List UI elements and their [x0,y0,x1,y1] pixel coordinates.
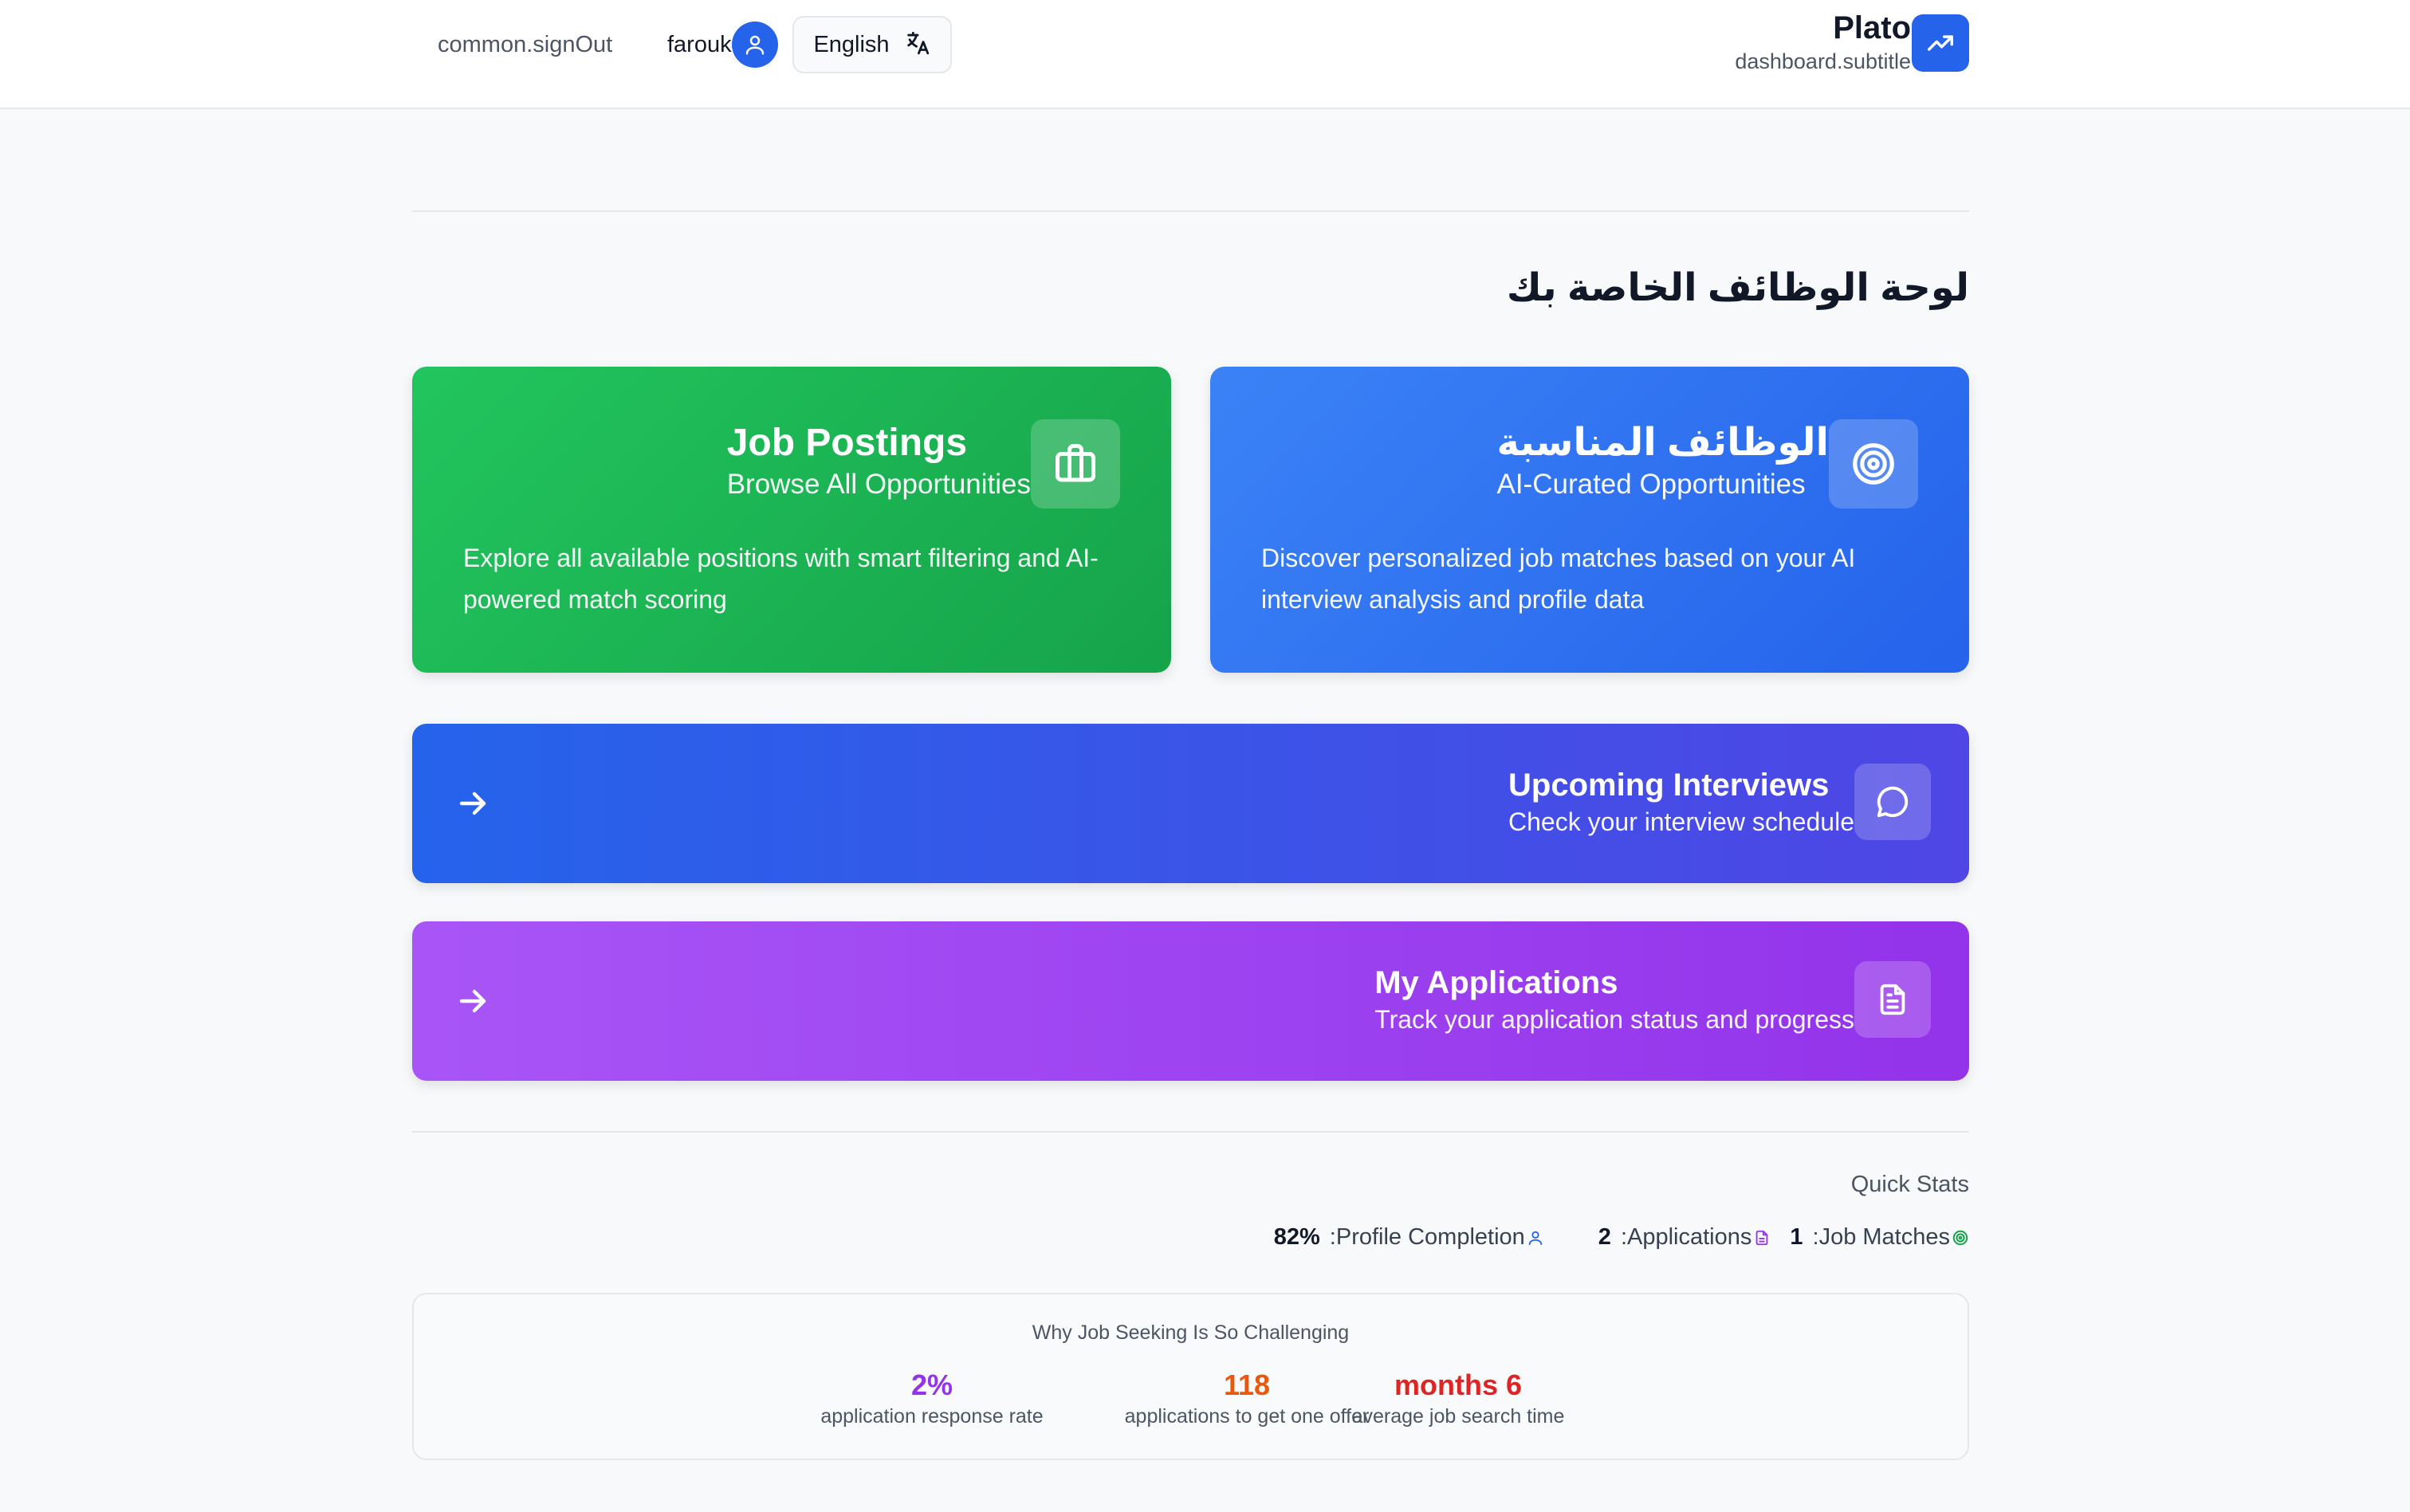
arrow-right-icon [454,784,492,823]
top-header: common.signOut farouk English Plato dash… [0,0,2410,109]
card-title: Job Postings [726,422,968,464]
brand[interactable]: Plato dashboard.subtitle [1735,8,1911,75]
target-icon [1952,1229,1969,1247]
user-icon [1527,1229,1544,1247]
language-label: English [813,31,890,57]
page-title: لوحة الوظائف الخاصة بك [1506,267,1969,309]
quick-stats-row: 82% :Profile Completion 2 :Applications … [1274,1224,1969,1251]
quick-stats-title: Quick Stats [1850,1172,1969,1197]
stat-value: 82% [1273,1224,1320,1250]
stat-label: :Profile Completion [1329,1224,1525,1250]
top-divider [412,210,1969,212]
card-subtitle: AI-Curated Opportunities [1496,469,1806,500]
job-seeking-challenge-box: Why Job Seeking Is So Challenging 2% app… [412,1293,1969,1460]
arrow-right-icon [454,982,492,1020]
user-name: farouk [667,32,732,57]
brand-title: Plato [1833,10,1911,45]
stat-value: 2 [1598,1224,1611,1250]
challenge-title: Why Job Seeking Is So Challenging [1032,1322,1350,1344]
fact-response-rate: 2% application response rate [812,1368,1052,1430]
sign-out-button[interactable]: common.signOut [438,30,612,59]
stat-value: 1 [1790,1224,1803,1250]
card-title: Upcoming Interviews [1508,768,1830,803]
translate-icon [904,29,931,61]
card-title: My Applications [1374,965,1618,1000]
fact-label: application response rate [820,1405,1044,1428]
document-icon [1753,1229,1771,1247]
stat-applications: 2 :Applications [1598,1224,1771,1251]
job-postings-card[interactable]: Job Postings Browse All Opportunities Ex… [412,367,1171,673]
fact-label: average job search time [1351,1405,1565,1428]
matched-jobs-card[interactable]: الوظائف المناسبة AI-Curated Opportunitie… [1210,367,1969,673]
stat-label: :Applications [1620,1224,1752,1250]
target-icon [1829,419,1918,509]
fact-search-time: months 6 average job search time [1339,1368,1578,1430]
my-applications-card[interactable]: My Applications Track your application s… [412,921,1969,1081]
card-description: Discover personalized job matches based … [1261,544,1856,614]
chat-bubble-icon [1854,764,1931,840]
language-switch-button[interactable]: English [792,16,952,73]
stats-divider [412,1131,1969,1133]
user-menu[interactable]: farouk [667,22,778,68]
card-subtitle: Track your application status and progre… [1374,1005,1854,1034]
trending-up-icon [1912,14,1969,72]
card-title: الوظائف المناسبة [1496,422,1829,464]
fact-value: months 6 [1394,1369,1522,1401]
stat-profile-completion: 82% :Profile Completion [1274,1224,1544,1251]
brand-subtitle: dashboard.subtitle [1735,49,1911,73]
upcoming-interviews-card[interactable]: Upcoming Interviews Check your interview… [412,724,1969,883]
card-subtitle: Check your interview schedule [1508,807,1854,836]
briefcase-icon [1031,419,1120,509]
stat-job-matches: 1 :Job Matches [1790,1224,1969,1251]
card-description: Explore all available positions with sma… [463,544,1099,614]
stat-label: :Job Matches [1812,1224,1950,1250]
card-subtitle: Browse All Opportunities [726,469,1031,500]
user-icon [731,22,778,68]
fact-value: 2% [910,1369,953,1401]
document-icon [1854,961,1931,1038]
